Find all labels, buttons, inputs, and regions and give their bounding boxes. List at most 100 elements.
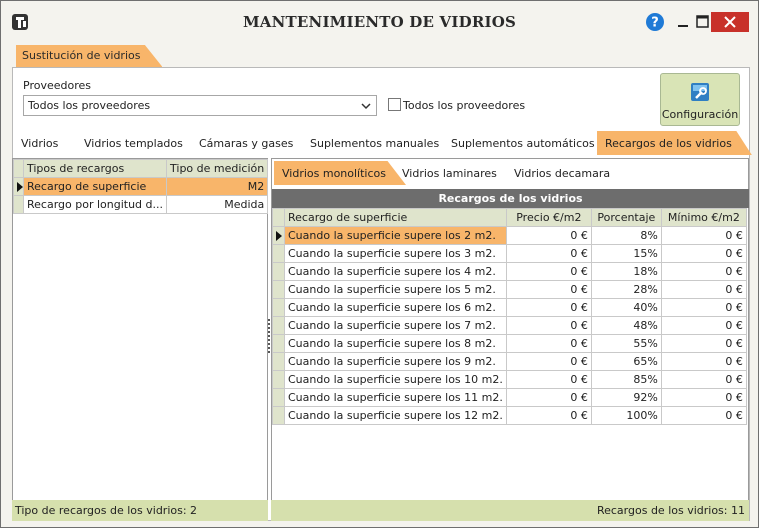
- table-cell[interactable]: Cuando la superficie supere los 11 m2.: [284, 388, 507, 407]
- current-row-arrow-icon: [276, 231, 282, 241]
- table-row[interactable]: Recargo de superficie M2: [13, 177, 269, 196]
- table-cell[interactable]: 100%: [590, 406, 662, 425]
- table-cell[interactable]: 0 €: [660, 262, 747, 281]
- tab-vidrios-templados[interactable]: Vidrios templados: [84, 131, 183, 155]
- configuration-button[interactable]: Configuración: [660, 73, 740, 126]
- table-cell[interactable]: Cuando la superficie supere los 4 m2.: [284, 262, 507, 281]
- row-indicator: [272, 226, 285, 245]
- table-cell[interactable]: 8%: [590, 226, 662, 245]
- tab-sustitucion-vidrios[interactable]: Sustitución de vidrios: [16, 45, 163, 67]
- tab-recargos-vidrios[interactable]: Recargos de los vidrios: [597, 131, 752, 155]
- tab-vidrios-laminares[interactable]: Vidrios laminares: [402, 161, 497, 185]
- table-cell[interactable]: Medida: [166, 195, 269, 214]
- table-cell[interactable]: 0 €: [505, 334, 592, 353]
- table-cell[interactable]: 0 €: [505, 226, 592, 245]
- column-header[interactable]: Tipo de medición: [166, 159, 269, 178]
- all-providers-checkbox[interactable]: [388, 98, 401, 111]
- grid-title: Recargos de los vidrios: [272, 189, 749, 208]
- minimize-icon[interactable]: [673, 11, 695, 33]
- table-row[interactable]: Cuando la superficie supere los 5 m2. 0 €…: [272, 280, 747, 299]
- all-providers-checkbox-label[interactable]: Todos los proveedores: [403, 99, 525, 112]
- tab-vidrios-monoliticos[interactable]: Vidrios monolíticos: [274, 161, 406, 185]
- table-cell[interactable]: 0 €: [660, 316, 747, 335]
- table-cell[interactable]: 0 €: [505, 244, 592, 263]
- row-indicator: [272, 316, 285, 335]
- title-bar[interactable]: MANTENIMIENTO DE VIDRIOS ?: [1, 1, 758, 39]
- table-cell[interactable]: 65%: [590, 352, 662, 371]
- table-cell[interactable]: 0 €: [660, 298, 747, 317]
- table-cell[interactable]: 0 €: [660, 226, 747, 245]
- tab-suplementos-automaticos[interactable]: Suplementos automáticos: [451, 131, 595, 155]
- table-cell[interactable]: 55%: [590, 334, 662, 353]
- recargo-types-grid: Tipos de recargos Tipo de medición Recar…: [13, 159, 269, 214]
- table-cell[interactable]: Cuando la superficie supere los 10 m2.: [284, 370, 507, 389]
- table-row[interactable]: Cuando la superficie supere los 9 m2. 0 €…: [272, 352, 747, 371]
- table-cell[interactable]: 0 €: [660, 352, 747, 371]
- help-icon[interactable]: ?: [644, 11, 666, 33]
- chevron-down-icon[interactable]: [358, 97, 374, 114]
- tab-vidrios-decamara[interactable]: Vidrios decamara: [514, 161, 610, 185]
- table-row[interactable]: Cuando la superficie supere los 11 m2. 0 …: [272, 388, 747, 407]
- main-window: MANTENIMIENTO DE VIDRIOS ? Sustitución d…: [0, 0, 759, 528]
- table-cell[interactable]: 0 €: [660, 280, 747, 299]
- column-header[interactable]: Porcentaje: [590, 208, 662, 227]
- table-cell[interactable]: 0 €: [660, 388, 747, 407]
- table-cell[interactable]: 0 €: [505, 298, 592, 317]
- table-row[interactable]: Cuando la superficie supere los 4 m2. 0 €…: [272, 262, 747, 281]
- table-cell[interactable]: 92%: [590, 388, 662, 407]
- column-header[interactable]: Recargo de superficie: [284, 208, 507, 227]
- table-cell[interactable]: 48%: [590, 316, 662, 335]
- table-cell[interactable]: 0 €: [505, 352, 592, 371]
- splitter-handle[interactable]: [268, 319, 270, 353]
- table-cell[interactable]: 0 €: [505, 262, 592, 281]
- left-panel: Tipos de recargos Tipo de medición Recar…: [12, 158, 269, 521]
- table-row[interactable]: Recargo por longitud d... Medida: [13, 195, 269, 214]
- table-cell[interactable]: 0 €: [660, 370, 747, 389]
- row-indicator: [272, 244, 285, 263]
- table-cell[interactable]: 0 €: [505, 316, 592, 335]
- tab-vidrios[interactable]: Vidrios: [21, 131, 58, 155]
- table-cell[interactable]: Cuando la superficie supere los 12 m2.: [284, 406, 507, 425]
- table-cell[interactable]: Recargo de superficie: [22, 177, 168, 196]
- row-indicator: [272, 370, 285, 389]
- tab-camaras-gases[interactable]: Cámaras y gases: [199, 131, 293, 155]
- table-cell[interactable]: Cuando la superficie supere los 6 m2.: [284, 298, 507, 317]
- table-cell[interactable]: 40%: [590, 298, 662, 317]
- table-row[interactable]: Cuando la superficie supere los 8 m2. 0 €…: [272, 334, 747, 353]
- table-row[interactable]: Cuando la superficie supere los 2 m2. 0 €…: [272, 226, 747, 245]
- table-cell[interactable]: 0 €: [505, 406, 592, 425]
- column-header[interactable]: Tipos de recargos: [22, 159, 168, 178]
- table-row[interactable]: Cuando la superficie supere los 3 m2. 0 €…: [272, 244, 747, 263]
- table-cell[interactable]: 0 €: [660, 244, 747, 263]
- table-cell[interactable]: Cuando la superficie supere los 2 m2.: [284, 226, 507, 245]
- table-cell[interactable]: M2: [166, 177, 269, 196]
- table-cell[interactable]: 0 €: [660, 334, 747, 353]
- table-cell[interactable]: 18%: [590, 262, 662, 281]
- table-cell[interactable]: 0 €: [505, 280, 592, 299]
- column-header[interactable]: Mínimo €/m2: [660, 208, 747, 227]
- providers-select[interactable]: Todos los proveedores: [23, 95, 377, 116]
- table-cell[interactable]: 0 €: [660, 406, 747, 425]
- table-cell[interactable]: Cuando la superficie supere los 9 m2.: [284, 352, 507, 371]
- table-row[interactable]: Cuando la superficie supere los 7 m2. 0 €…: [272, 316, 747, 335]
- current-row-arrow-icon: [17, 182, 23, 192]
- tab-suplementos-manuales[interactable]: Suplementos manuales: [310, 131, 439, 155]
- table-row[interactable]: Cuando la superficie supere los 12 m2. 0 …: [272, 406, 747, 425]
- table-row[interactable]: Cuando la superficie supere los 10 m2. 0 …: [272, 370, 747, 389]
- table-cell[interactable]: 15%: [590, 244, 662, 263]
- table-cell[interactable]: Cuando la superficie supere los 3 m2.: [284, 244, 507, 263]
- table-cell[interactable]: Cuando la superficie supere los 7 m2.: [284, 316, 507, 335]
- close-icon[interactable]: [711, 12, 749, 32]
- row-indicator: [272, 388, 285, 407]
- table-cell[interactable]: Cuando la superficie supere los 5 m2.: [284, 280, 507, 299]
- status-bar-left: Tipo de recargos de los vidrios: 2: [12, 500, 268, 521]
- table-cell[interactable]: 0 €: [505, 388, 592, 407]
- table-cell[interactable]: 0 €: [505, 370, 592, 389]
- table-row[interactable]: Cuando la superficie supere los 6 m2. 0 €…: [272, 298, 747, 317]
- table-cell[interactable]: 85%: [590, 370, 662, 389]
- table-cell[interactable]: 28%: [590, 280, 662, 299]
- table-cell[interactable]: Cuando la superficie supere los 8 m2.: [284, 334, 507, 353]
- table-cell[interactable]: Recargo por longitud d...: [22, 195, 168, 214]
- row-indicator: [272, 298, 285, 317]
- column-header[interactable]: Precio €/m2: [505, 208, 592, 227]
